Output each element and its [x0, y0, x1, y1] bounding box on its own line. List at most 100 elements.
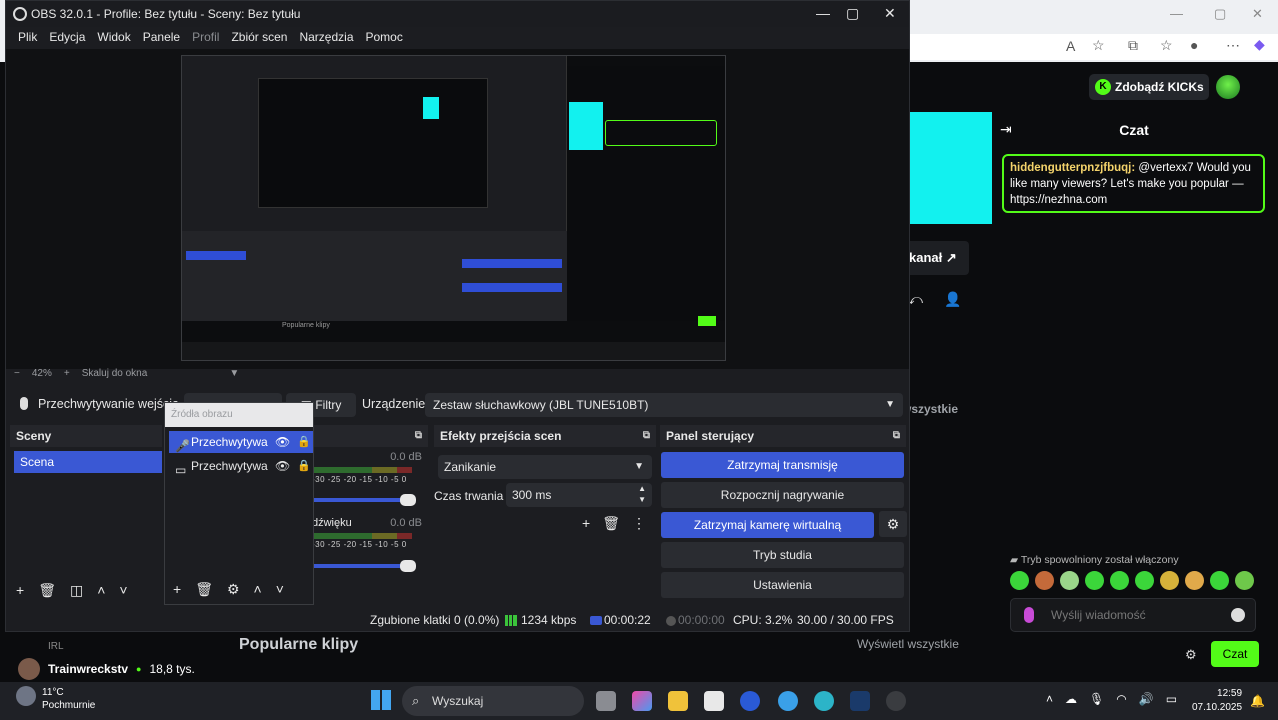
microphone-icon[interactable]: 🎙: [1089, 692, 1104, 706]
cloud-icon[interactable]: ☁: [1065, 692, 1077, 706]
chat-input[interactable]: Wyślij wiadomość: [1010, 598, 1256, 632]
chevron-down-icon[interactable]: ˅: [276, 581, 284, 598]
virtual-camera-settings-icon[interactable]: ⚙: [879, 511, 907, 537]
chat-settings-icon[interactable]: ⚙: [1185, 647, 1197, 663]
trash-icon[interactable]: 🗑: [38, 582, 56, 599]
chevron-up-icon[interactable]: ˄: [1046, 692, 1053, 706]
copilot-icon[interactable]: [632, 691, 652, 711]
visibility-eye-icon[interactable]: 👁: [275, 431, 290, 453]
streamer-row[interactable]: Trainwreckstv ● 18,8 tys.: [18, 658, 195, 680]
windows-start-icon[interactable]: [371, 690, 391, 710]
zoom-out-icon[interactable]: −: [14, 368, 20, 379]
minimize-icon[interactable]: —: [1170, 6, 1183, 21]
edge-icon[interactable]: [814, 691, 834, 711]
chevron-up-icon[interactable]: ˄: [97, 582, 105, 599]
emote-icon[interactable]: [1010, 571, 1029, 590]
volume-slider-1[interactable]: [312, 494, 416, 506]
show-all-link[interactable]: Wyświetl wszystkie: [857, 637, 959, 651]
source-item[interactable]: 🎤 Przechwytywa 👁 🔒: [169, 431, 313, 453]
add-user-icon[interactable]: 👤: [944, 291, 961, 308]
stop-virtual-camera-button[interactable]: Zatrzymaj kamerę wirtualną: [661, 512, 874, 538]
fit-window[interactable]: Skaluj do okna: [82, 368, 148, 379]
undock-icon[interactable]: ⧉: [643, 425, 650, 447]
menu-docks[interactable]: Panele: [137, 27, 186, 49]
start-recording-button[interactable]: Rozpocznij nagrywanie: [661, 482, 904, 508]
stop-streaming-button[interactable]: Zatrzymaj transmisję: [661, 452, 904, 478]
favorite-star-icon[interactable]: ☆: [1092, 37, 1105, 54]
undock-icon[interactable]: ⧉: [415, 425, 422, 447]
chat-username[interactable]: hiddengutterpnzjfbuqj:: [1010, 162, 1135, 174]
menu-edit[interactable]: Edycja: [43, 27, 91, 49]
store-icon[interactable]: [704, 691, 724, 711]
trash-icon[interactable]: 🗑: [195, 581, 213, 598]
menu-view[interactable]: Widok: [91, 27, 136, 49]
emoji-icon[interactable]: [1231, 608, 1245, 622]
file-explorer-icon[interactable]: [668, 691, 688, 711]
menu-help[interactable]: Pomoc: [360, 27, 409, 49]
duration-input[interactable]: 300 ms ▲ ▼: [506, 483, 652, 507]
add-icon[interactable]: +: [173, 581, 181, 598]
device-select[interactable]: Zestaw słuchawkowy (JBL TUNE510BT) ▼: [425, 393, 903, 417]
menu-scene-collection[interactable]: Zbiór scen: [225, 27, 293, 49]
studio-mode-button[interactable]: Tryb studia: [661, 542, 904, 568]
volume-slider-2[interactable]: [312, 560, 416, 572]
add-icon[interactable]: +: [16, 582, 24, 599]
gear-icon[interactable]: ⚙: [227, 581, 240, 598]
weather-widget[interactable]: 11°C Pochmurnie: [16, 686, 95, 712]
zoom-dropdown-icon[interactable]: ▼: [229, 368, 239, 379]
show-all-link[interactable]: wszystkie: [902, 402, 958, 416]
copilot-icon[interactable]: ◆: [1254, 36, 1265, 53]
minimize-icon[interactable]: —: [816, 5, 830, 21]
emote-icon[interactable]: [1210, 571, 1229, 590]
profile-icon[interactable]: ●: [1190, 37, 1198, 53]
emote-icon[interactable]: [1085, 571, 1104, 590]
more-icon[interactable]: ⋯: [1226, 37, 1240, 54]
volume-icon[interactable]: 🔊: [1139, 692, 1154, 706]
slider-knob[interactable]: [400, 494, 416, 506]
settings-app-icon[interactable]: [778, 691, 798, 711]
extensions-icon[interactable]: ⧉: [1128, 37, 1138, 54]
emote-icon[interactable]: [1135, 571, 1154, 590]
trash-icon[interactable]: 🗑: [602, 515, 620, 532]
filter-icon[interactable]: ◫: [70, 582, 83, 599]
source-item[interactable]: ▭ Przechwytywa 👁 🔒: [169, 455, 313, 477]
battery-icon[interactable]: ▭: [1166, 692, 1177, 706]
undock-icon[interactable]: ⧉: [893, 425, 900, 447]
emote-icon[interactable]: [1160, 571, 1179, 590]
emote-icon[interactable]: [1035, 571, 1054, 590]
emote-icon[interactable]: [1060, 571, 1079, 590]
transition-select[interactable]: Zanikanie ▼: [438, 455, 652, 479]
task-view-icon[interactable]: [596, 691, 616, 711]
more-vertical-icon[interactable]: ⋮: [632, 515, 646, 532]
wifi-icon[interactable]: ◠: [1116, 692, 1126, 706]
favorites-icon[interactable]: ☆: [1160, 37, 1173, 54]
read-aloud-icon[interactable]: A: [1066, 38, 1075, 54]
scene-item[interactable]: Scena: [14, 451, 162, 473]
emote-icon[interactable]: [1110, 571, 1129, 590]
stepper-icon[interactable]: ▲ ▼: [638, 483, 646, 505]
share-icon[interactable]: ⤺: [908, 291, 923, 308]
add-icon[interactable]: +: [582, 515, 590, 532]
chevron-down-icon[interactable]: ˅: [119, 582, 127, 599]
hp-icon[interactable]: [740, 691, 760, 711]
settings-button[interactable]: Ustawienia: [661, 572, 904, 598]
emote-icon[interactable]: [1185, 571, 1204, 590]
slider-knob[interactable]: [400, 560, 416, 572]
menu-file[interactable]: Plik: [12, 27, 43, 49]
lock-icon[interactable]: 🔒: [297, 431, 311, 453]
notification-bell-icon[interactable]: 🔔: [1250, 694, 1265, 708]
clock[interactable]: 12:59 07.10.2025: [1192, 687, 1242, 715]
get-kicks-button[interactable]: K Zdobądź KICKs: [1089, 74, 1209, 100]
menu-profile[interactable]: Profil: [186, 27, 225, 49]
taskbar-search[interactable]: ⌕ Wyszukaj: [402, 686, 584, 716]
maximize-icon[interactable]: ▢: [1214, 6, 1226, 22]
preview-area[interactable]: Popularne klipy: [6, 49, 909, 369]
menu-tools[interactable]: Narzędzia: [293, 27, 359, 49]
chat-send-button[interactable]: Czat: [1211, 641, 1259, 667]
chevron-up-icon[interactable]: ˄: [254, 581, 262, 598]
close-icon[interactable]: ✕: [1252, 6, 1263, 22]
preview-canvas[interactable]: Popularne klipy: [181, 55, 726, 361]
close-icon[interactable]: ✕: [884, 5, 896, 22]
user-avatar[interactable]: [1216, 75, 1240, 99]
obs-taskbar-icon[interactable]: [886, 691, 906, 711]
